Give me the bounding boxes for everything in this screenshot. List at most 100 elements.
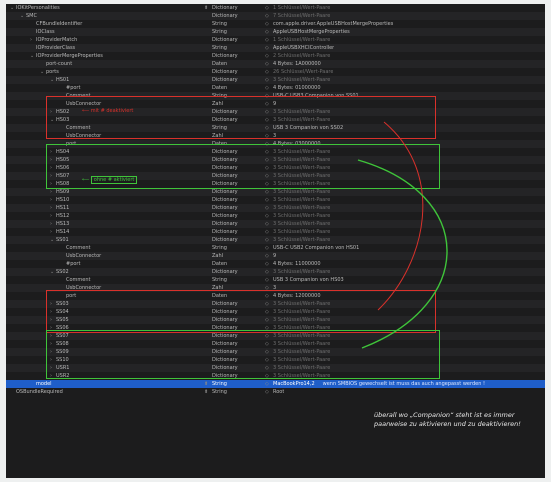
row-type[interactable]: String [212,244,260,252]
row-value[interactable]: 3 Schlüssel/Wert-Paare [273,196,330,204]
row-key[interactable]: Comment [60,276,200,284]
plist-row[interactable]: › SS07 Dictionary ◇ 3 Schlüssel/Wert-Paare [6,332,545,340]
row-value[interactable]: 3 Schlüssel/Wert-Paare [273,228,330,236]
row-type[interactable]: Daten [212,84,260,92]
row-key[interactable]: › HS13 [50,220,200,228]
row-type[interactable]: Dictionary [212,52,260,60]
row-value[interactable]: com.apple.driver.AppleUSBHostMergeProper… [273,20,393,28]
row-key[interactable]: IOClass [30,28,200,36]
row-type[interactable]: Dictionary [212,204,260,212]
row-key[interactable]: › HS12 [50,212,200,220]
row-value[interactable]: 3 Schlüssel/Wert-Paare [273,172,330,180]
row-type[interactable]: Dictionary [212,372,260,380]
plist-row[interactable]: › HS09 Dictionary ◇ 3 Schlüssel/Wert-Paare [6,188,545,196]
row-key[interactable]: › HS14 [50,228,200,236]
plist-row[interactable]: › HS04 Dictionary ◇ 3 Schlüssel/Wert-Paare [6,148,545,156]
plist-row[interactable]: › IOProviderMatch Dictionary ◇ 1 Schlüssel/W… [6,36,545,44]
row-value[interactable]: 3 Schlüssel/Wert-Paare [273,212,330,220]
row-type[interactable]: Dictionary [212,228,260,236]
row-key[interactable]: › HS05 [50,156,200,164]
plist-row[interactable]: ⌄ HS01 Dictionary ◇ 3 Schlüssel/Wert-Paare [6,76,545,84]
plist-row[interactable]: › SS09 Dictionary ◇ 3 Schlüssel/Wert-Paare [6,348,545,356]
row-type[interactable]: Dictionary [212,4,260,12]
row-type[interactable]: Dictionary [212,116,260,124]
row-key[interactable]: ⌄ SS02 [50,268,200,276]
row-value[interactable]: 3 Schlüssel/Wert-Paare [273,236,330,244]
row-key[interactable]: ⌄ IOKitPersonalities [10,4,200,12]
plist-row[interactable]: OSBundleRequired ⬍ String ◇ Root [6,388,545,396]
plist-row[interactable]: › SS06 Dictionary ◇ 3 Schlüssel/Wert-Paare [6,324,545,332]
row-type[interactable]: Dictionary [212,196,260,204]
plist-row[interactable]: › HS11 Dictionary ◇ 3 Schlüssel/Wert-Paare [6,204,545,212]
row-value[interactable]: 7 Schlüssel/Wert-Paare [273,12,330,20]
row-value[interactable]: 9 [273,252,276,260]
row-value[interactable]: USB-C USB3 Companion von SS01 [273,92,359,100]
plist-editor-table[interactable]: ⌄ IOKitPersonalities ⬍ Dictionary ◇ 1 Schlüss… [6,4,545,478]
row-type[interactable]: Daten [212,292,260,300]
plist-row[interactable]: UsbConnector Zahl ◇ 3 [6,284,545,292]
plist-row[interactable]: IOProviderClass String ◇ AppleUSBXHCIContro… [6,44,545,52]
plist-row[interactable]: ⌄ SS02 Dictionary ◇ 3 Schlüssel/Wert-Paare [6,268,545,276]
row-key[interactable]: Comment [60,244,200,252]
row-type[interactable]: Dictionary [212,148,260,156]
row-value[interactable]: AppleUSBHostMergeProperties [273,28,350,36]
row-value[interactable]: 3 Schlüssel/Wert-Paare [273,300,330,308]
plist-row[interactable]: › SS10 Dictionary ◇ 3 Schlüssel/Wert-Paare [6,356,545,364]
row-key[interactable]: UsbConnector [60,284,200,292]
row-value[interactable]: 3 Schlüssel/Wert-Paare [273,332,330,340]
row-type[interactable]: Dictionary [212,348,260,356]
row-key[interactable]: › SS10 [50,356,200,364]
row-type[interactable]: Zahl [212,284,260,292]
row-value[interactable]: 3 Schlüssel/Wert-Paare [273,220,330,228]
row-value[interactable]: 3 Schlüssel/Wert-Paare [273,148,330,156]
row-type[interactable]: Dictionary [212,164,260,172]
row-key[interactable]: OSBundleRequired [10,388,200,396]
plist-row[interactable]: Comment String ◇ USB 3 Companion von HS03 [6,276,545,284]
row-value[interactable]: 4 Bytes: 11000000 [273,260,321,268]
row-type[interactable]: Dictionary [212,12,260,20]
plist-row[interactable]: › HS06 Dictionary ◇ 3 Schlüssel/Wert-Paare [6,164,545,172]
row-key[interactable]: port-count [40,60,200,68]
row-value[interactable]: 3 Schlüssel/Wert-Paare [273,372,330,380]
row-type[interactable]: Dictionary [212,180,260,188]
row-type[interactable]: String [212,44,260,52]
row-key[interactable]: › SS06 [50,324,200,332]
row-type[interactable]: Dictionary [212,108,260,116]
row-type[interactable]: String [212,92,260,100]
row-value[interactable]: 3 Schlüssel/Wert-Paare [273,324,330,332]
row-value[interactable]: 9 [273,100,276,108]
row-key[interactable]: › HS04 [50,148,200,156]
row-type[interactable]: String [212,20,260,28]
type-stepper-icon[interactable]: ⬍ [204,388,210,396]
plist-row[interactable]: › HS12 Dictionary ◇ 3 Schlüssel/Wert-Paare [6,212,545,220]
plist-row[interactable]: Comment String ◇ USB 3 Companion von SS02 [6,124,545,132]
row-value[interactable]: USB-C USB2 Companion von HS01 [273,244,359,252]
plist-row[interactable]: ⌄ HS03 Dictionary ◇ 3 Schlüssel/Wert-Paare [6,116,545,124]
row-value[interactable]: 26 Schlüssel/Wert-Paare [273,68,333,76]
row-value[interactable]: 4 Bytes: 01000000 [273,84,321,92]
row-value[interactable]: 3 Schlüssel/Wert-Paare [273,268,330,276]
plist-row[interactable]: › HS10 Dictionary ◇ 3 Schlüssel/Wert-Paare [6,196,545,204]
row-value[interactable]: 3 Schlüssel/Wert-Paare [273,76,330,84]
row-value[interactable]: 4 Bytes: 12000000 [273,292,321,300]
row-value[interactable]: 3 Schlüssel/Wert-Paare [273,364,330,372]
row-key[interactable]: model [30,380,200,388]
plist-row[interactable]: model ⬍ String ◇ MacBookPro14,2 wenn SMBIOS g… [6,380,545,388]
row-key[interactable]: IOProviderClass [30,44,200,52]
type-stepper-icon[interactable]: ⬍ [204,4,210,12]
row-type[interactable]: Dictionary [212,300,260,308]
row-key[interactable]: port [60,140,200,148]
plist-row[interactable]: › SS04 Dictionary ◇ 3 Schlüssel/Wert-Paare [6,308,545,316]
plist-row[interactable]: › HS13 Dictionary ◇ 3 Schlüssel/Wert-Paare [6,220,545,228]
row-type[interactable]: Daten [212,60,260,68]
row-value[interactable]: 3 Schlüssel/Wert-Paare [273,164,330,172]
row-type[interactable]: String [212,124,260,132]
plist-row[interactable]: ⌄ IOProviderMergeProperties Dictionary ◇ 2 S… [6,52,545,60]
row-key[interactable]: port [60,292,200,300]
row-type[interactable]: Dictionary [212,308,260,316]
row-type[interactable]: Zahl [212,252,260,260]
plist-row[interactable]: CFBundleIdentifier String ◇ com.apple.drive… [6,20,545,28]
row-type[interactable]: Dictionary [212,316,260,324]
row-value[interactable]: 3 Schlüssel/Wert-Paare [273,356,330,364]
row-value[interactable]: USB 3 Companion von HS03 [273,276,344,284]
